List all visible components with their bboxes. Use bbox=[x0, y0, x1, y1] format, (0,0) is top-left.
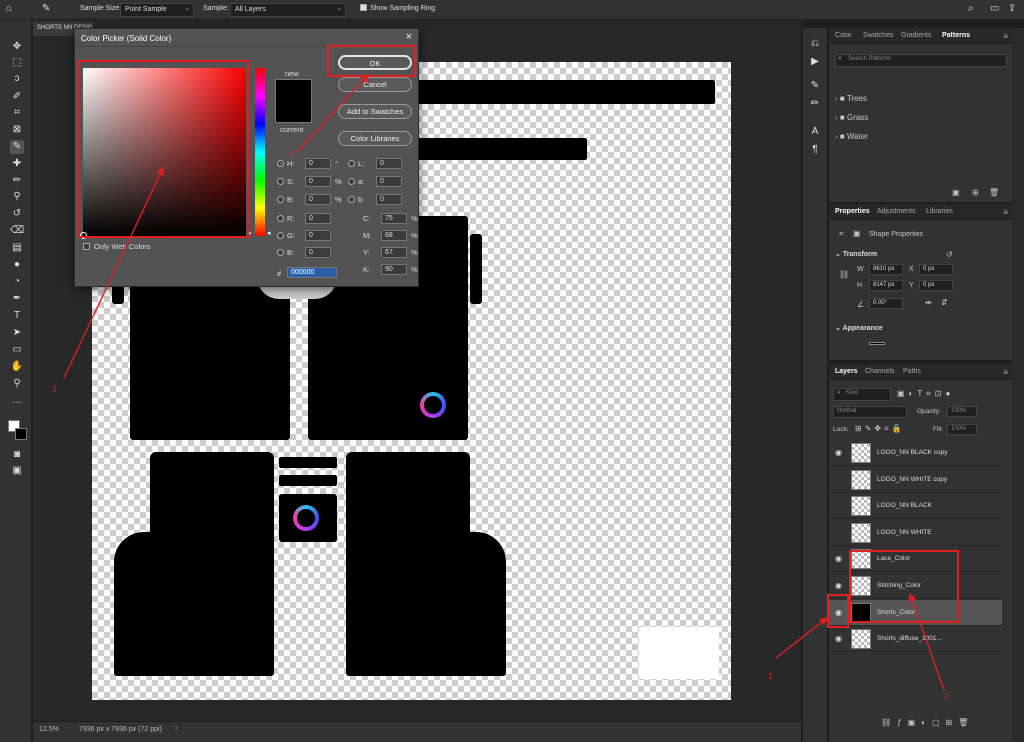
annotation-label-1: 1 bbox=[768, 672, 773, 681]
annotation-label-2: 2 bbox=[944, 692, 949, 701]
annotation-arrow-1 bbox=[775, 617, 829, 659]
annotation-label-4: 4 bbox=[290, 150, 295, 159]
annotation-arrow-3 bbox=[63, 166, 164, 379]
annotation-arrow-2 bbox=[908, 592, 945, 691]
annotation-arrow-4 bbox=[296, 73, 369, 153]
annotation-arrows bbox=[63, 73, 945, 691]
annotation-label-3: 3 bbox=[52, 385, 57, 394]
